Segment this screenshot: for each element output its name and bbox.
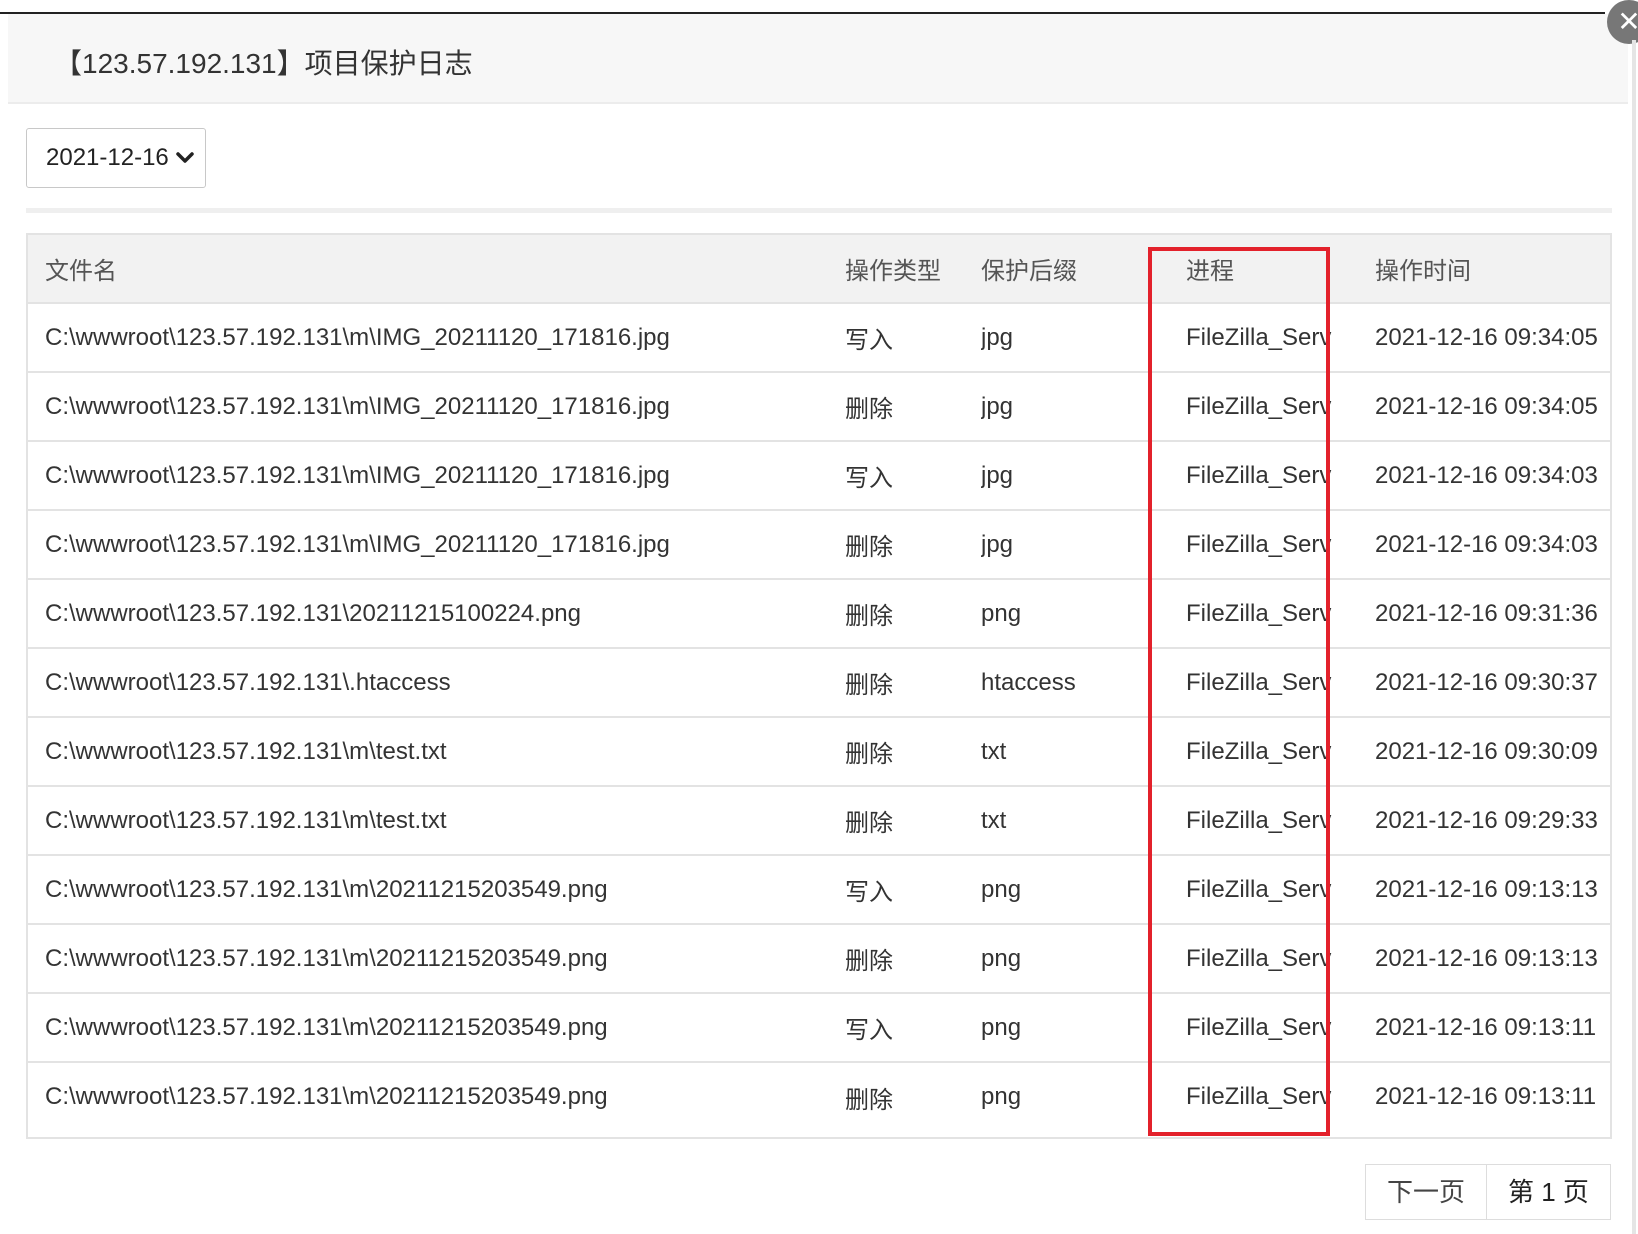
table-row: C:\wwwroot\123.57.192.131\m\test.txt 删除 tx… [28,786,1610,855]
cell-filename: C:\wwwroot\123.57.192.131\.htaccess [45,668,451,696]
pagination: 下一页 第 1 页 [1365,1164,1611,1220]
log-table-container: 文件名 操作类型 保护后缀 进程 操作时间 C:\wwwroot\123.57.… [26,233,1612,1139]
cell-operation: 删除 [845,741,893,768]
table-row: C:\wwwroot\123.57.192.131\m\IMG_20211120… [28,441,1610,510]
cell-filename: C:\wwwroot\123.57.192.131\m\202112152035… [45,1083,608,1110]
dialog-title: 【123.57.192.131】项目保护日志 [54,48,473,79]
cell-operation: 删除 [845,672,893,699]
dialog-right-edge [1632,40,1636,1234]
table-row: C:\wwwroot\123.57.192.131\.htaccess 删除 hta… [28,648,1610,717]
cell-process: FileZilla_Serv [1186,599,1332,627]
col-header-operation: 操作类型 [845,258,941,285]
cell-operation: 删除 [845,810,893,837]
cell-suffix: png [981,1083,1022,1110]
cell-time: 2021-12-16 09:34:05 [1375,323,1598,351]
cell-process: FileZilla_Serv [1186,875,1332,903]
table-row: C:\wwwroot\123.57.192.131\m\202112152035… [28,924,1610,993]
cell-process: FileZilla_Serv [1186,806,1332,834]
cell-process: FileZilla_Serv [1186,668,1332,696]
cell-suffix: png [981,875,1022,903]
cell-time: 2021-12-16 09:30:09 [1375,737,1598,765]
cell-process: FileZilla_Serv [1186,392,1332,420]
table-row: C:\wwwroot\123.57.192.131\m\202112152035… [28,1062,1610,1131]
cell-suffix: txt [981,806,1007,834]
cell-filename: C:\wwwroot\123.57.192.131\m\202112152035… [45,1013,608,1041]
cell-suffix: jpg [981,392,1014,420]
cell-time: 2021-12-16 09:31:36 [1375,599,1598,627]
cell-process: FileZilla_Serv [1186,1013,1332,1041]
header-row: 文件名 操作类型 保护后缀 进程 操作时间 [28,235,1610,303]
cell-process: FileZilla_Serv [1186,944,1332,972]
cell-time: 2021-12-16 09:13:13 [1375,944,1598,972]
cell-filename: C:\wwwroot\123.57.192.131\m\IMG_20211120… [45,392,670,420]
cell-filename: C:\wwwroot\123.57.192.131\m\IMG_20211120… [45,461,670,489]
current-page-indicator: 第 1 页 [1486,1165,1610,1219]
table-row: C:\wwwroot\123.57.192.131\m\202112152035… [28,855,1610,924]
table-row: C:\wwwroot\123.57.192.131\m\IMG_20211120… [28,372,1610,441]
cell-suffix: jpg [981,323,1014,351]
table-row: C:\wwwroot\123.57.192.131\m\IMG_20211120… [28,510,1610,579]
cell-process: FileZilla_Serv [1186,1083,1332,1110]
table-row: C:\wwwroot\123.57.192.131\20211215100224… [28,579,1610,648]
cell-suffix: jpg [981,530,1014,558]
cell-filename: C:\wwwroot\123.57.192.131\m\test.txt [45,806,447,834]
cell-time: 2021-12-16 09:34:03 [1375,461,1598,489]
cell-operation: 写入 [845,879,893,906]
cell-suffix: txt [981,737,1007,765]
col-header-time: 操作时间 [1375,258,1471,285]
cell-time: 2021-12-16 09:29:33 [1375,806,1598,834]
cell-suffix: png [981,1013,1022,1041]
table-row: C:\wwwroot\123.57.192.131\m\202112152035… [28,993,1610,1062]
cell-suffix: htaccess [981,668,1076,696]
cell-filename: C:\wwwroot\123.57.192.131\m\202112152035… [45,875,608,903]
table-row: C:\wwwroot\123.57.192.131\m\IMG_20211120… [28,303,1610,372]
col-header-filename: 文件名 [45,258,117,285]
cell-time: 2021-12-16 09:30:37 [1375,668,1598,696]
cell-time: 2021-12-16 09:13:13 [1375,875,1598,903]
cell-operation: 删除 [845,603,893,630]
cell-operation: 删除 [845,396,893,423]
cell-time: 2021-12-16 09:13:11 [1375,1083,1597,1110]
next-page-button[interactable]: 下一页 [1366,1165,1487,1219]
log-table: 文件名 操作类型 保护后缀 进程 操作时间 C:\wwwroot\123.57.… [28,235,1610,1131]
cell-time: 2021-12-16 09:34:05 [1375,392,1598,420]
cell-operation: 写入 [845,465,893,492]
cell-operation: 写入 [845,327,893,354]
table-body: C:\wwwroot\123.57.192.131\m\IMG_20211120… [28,303,1610,1131]
date-select[interactable]: 2021-12-16 [26,128,206,188]
cell-filename: C:\wwwroot\123.57.192.131\20211215100224… [45,599,581,627]
col-header-process: 进程 [1186,258,1234,285]
cell-filename: C:\wwwroot\123.57.192.131\m\202112152035… [45,944,608,972]
col-header-suffix: 保护后缀 [981,258,1077,285]
cell-process: FileZilla_Serv [1186,737,1332,765]
cell-filename: C:\wwwroot\123.57.192.131\m\test.txt [45,737,447,765]
cell-operation: 删除 [845,1086,893,1114]
separator [26,208,1612,213]
cell-suffix: png [981,599,1022,627]
cell-suffix: jpg [981,461,1014,489]
cell-time: 2021-12-16 09:34:03 [1375,530,1598,558]
cell-filename: C:\wwwroot\123.57.192.131\m\IMG_20211120… [45,323,670,351]
dialog-header: 【123.57.192.131】项目保护日志 [8,14,1628,104]
table-header: 文件名 操作类型 保护后缀 进程 操作时间 [28,235,1610,303]
cell-operation: 删除 [845,534,893,561]
cell-process: FileZilla_Serv [1186,323,1332,351]
cell-process: FileZilla_Serv [1186,530,1332,558]
cell-filename: C:\wwwroot\123.57.192.131\m\IMG_20211120… [45,530,670,558]
cell-operation: 删除 [845,948,893,975]
cell-process: FileZilla_Serv [1186,461,1332,489]
table-row: C:\wwwroot\123.57.192.131\m\test.txt 删除 tx… [28,717,1610,786]
chevron-down-icon [176,152,194,163]
cell-time: 2021-12-16 09:13:11 [1375,1013,1597,1041]
cell-suffix: png [981,944,1022,972]
cell-operation: 写入 [845,1017,893,1044]
date-select-value: 2021-12-16 [46,144,169,171]
